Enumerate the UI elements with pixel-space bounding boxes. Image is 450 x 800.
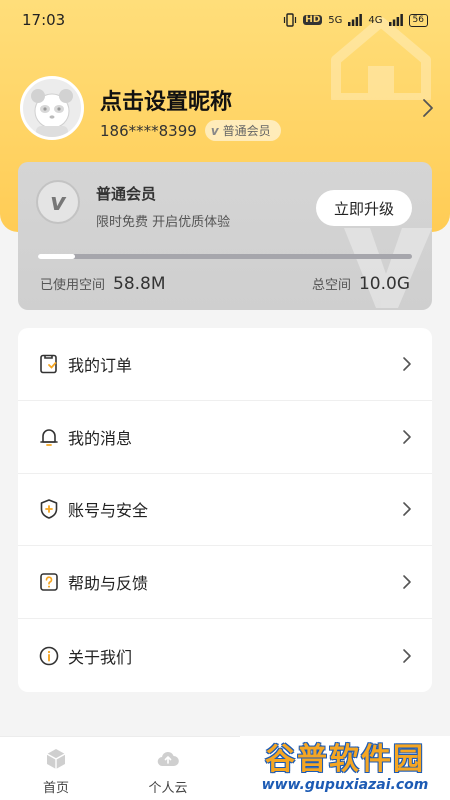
shield-plus-icon	[40, 499, 58, 520]
used-space: 已使用空间 58.8M	[40, 274, 166, 294]
chevron-right-icon	[403, 575, 411, 590]
used-space-value: 58.8M	[113, 274, 166, 294]
member-level-subtitle: 限时免费 开启优质体验	[96, 215, 231, 230]
total-space-label: 总空间	[311, 278, 351, 293]
watermark-title: 谷普软件园	[265, 742, 425, 777]
cube-icon	[46, 749, 66, 769]
member-badge-label: 普通会员	[222, 124, 271, 138]
tab-label: 个人云	[148, 781, 188, 796]
used-space-label: 已使用空间	[40, 278, 106, 293]
help-icon	[40, 573, 58, 592]
tab-personal-cloud[interactable]: 个人云	[112, 737, 224, 800]
vibrate-icon	[284, 13, 297, 27]
chevron-right-icon[interactable]	[422, 98, 434, 118]
vip-logo-icon: v	[36, 180, 80, 224]
profile-row[interactable]: 点击设置昵称 186****8399 v 普通会员	[20, 76, 440, 146]
cloud-upload-icon	[157, 751, 179, 767]
menu-item-label: 我的订单	[68, 355, 133, 375]
chevron-right-icon	[403, 502, 411, 517]
menu-item-messages[interactable]: 我的消息	[18, 401, 432, 474]
tab-home[interactable]: 首页	[0, 737, 112, 800]
avatar[interactable]	[20, 76, 84, 140]
v-watermark-icon	[344, 228, 432, 308]
network-4g: 4G	[368, 14, 383, 26]
storage-progress-fill	[38, 254, 76, 259]
battery-icon: 56	[408, 13, 428, 27]
member-badge: v 普通会员	[204, 120, 281, 141]
menu-item-label: 我的消息	[68, 428, 133, 448]
site-watermark: 谷普软件园 www.gupuxiazai.com	[240, 736, 450, 800]
phone-row: 186****8399 v 普通会员	[100, 120, 281, 141]
total-space-value: 10.0G	[358, 274, 410, 294]
hd-tag: HD	[303, 15, 323, 25]
menu-item-label: 账号与安全	[68, 501, 149, 521]
status-bar: 17:03 HD 5G 4G 56	[0, 0, 450, 40]
menu-list: 我的订单 我的消息 账号与安全 帮助与反馈 关于我们	[18, 328, 432, 692]
total-space: 总空间 10.0G	[312, 274, 410, 294]
signal-icon	[348, 14, 363, 26]
phone-number: 186****8399	[100, 121, 197, 140]
watermark-url: www.gupuxiazai.com	[261, 777, 429, 793]
menu-item-orders[interactable]: 我的订单	[18, 328, 432, 401]
chevron-right-icon	[403, 357, 411, 371]
info-icon	[39, 646, 59, 665]
order-icon	[40, 354, 57, 374]
status-time: 17:03	[22, 11, 66, 29]
member-level-title: 普通会员	[96, 185, 157, 203]
panda-avatar-icon	[31, 89, 73, 137]
chevron-right-icon	[403, 648, 411, 663]
member-card: v 普通会员 限时免费 开启优质体验 立即升级 已使用空间 58.8M 总空间 …	[18, 162, 432, 310]
storage-progress-bar	[38, 254, 412, 259]
chevron-right-icon	[403, 429, 411, 444]
menu-item-label: 关于我们	[68, 647, 133, 667]
bell-icon	[40, 428, 58, 446]
nickname[interactable]: 点击设置昵称	[100, 84, 232, 116]
menu-item-about[interactable]: 关于我们	[18, 619, 432, 692]
menu-item-label: 帮助与反馈	[68, 574, 149, 594]
menu-item-account-security[interactable]: 账号与安全	[18, 474, 432, 547]
signal-icon	[388, 14, 403, 26]
status-icons: HD 5G 4G 56	[283, 13, 428, 27]
upgrade-button[interactable]: 立即升级	[316, 190, 412, 226]
network-5g: 5G	[328, 14, 343, 26]
vip-logo-icon: v	[210, 123, 219, 138]
menu-item-help-feedback[interactable]: 帮助与反馈	[18, 546, 432, 620]
tab-label: 首页	[42, 781, 69, 796]
